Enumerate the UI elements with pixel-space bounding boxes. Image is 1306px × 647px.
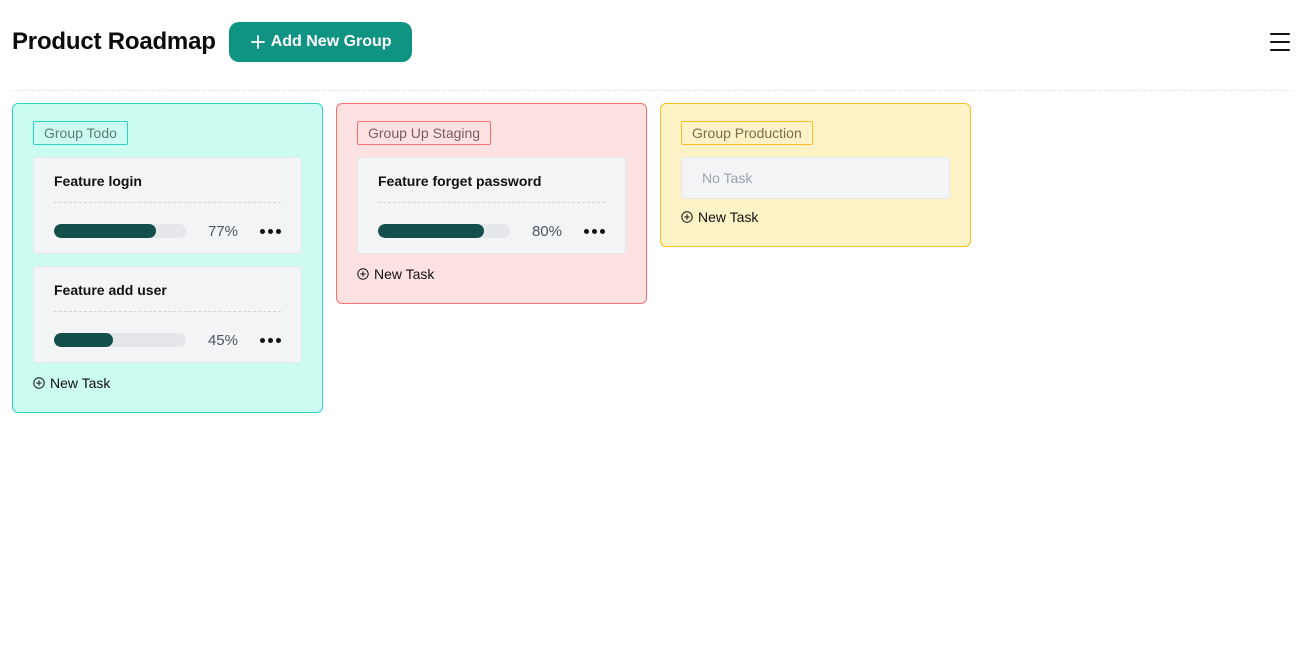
new-task-label: New Task xyxy=(698,209,759,225)
hamburger-menu-icon[interactable] xyxy=(1270,32,1290,52)
group-up-staging: Group Up Staging Feature forget password… xyxy=(336,103,647,304)
plus-circle-icon xyxy=(33,377,45,389)
add-new-group-label: Add New Group xyxy=(270,33,392,50)
task-footer: 80% xyxy=(378,221,605,241)
header-divider xyxy=(12,90,1292,91)
plus-circle-icon xyxy=(357,268,369,280)
group-tag[interactable]: Group Up Staging xyxy=(357,121,492,145)
new-task-button[interactable]: New Task xyxy=(681,209,758,225)
group-todo: Group Todo Feature login 77% Feature add… xyxy=(12,103,323,413)
progress-fill xyxy=(54,224,156,238)
new-task-button[interactable]: New Task xyxy=(33,375,110,391)
more-options-icon[interactable] xyxy=(260,225,281,238)
progress-percent: 80% xyxy=(531,222,562,240)
progress-bar xyxy=(378,224,510,238)
task-card[interactable]: Feature login 77% xyxy=(33,157,302,254)
task-card[interactable]: Feature forget password 80% xyxy=(357,157,626,254)
add-new-group-button[interactable]: Add New Group xyxy=(228,22,412,62)
task-title: Feature login xyxy=(54,173,281,203)
new-task-button[interactable]: New Task xyxy=(357,266,434,282)
new-task-label: New Task xyxy=(50,375,111,391)
page-title: Product Roadmap xyxy=(12,28,216,55)
task-footer: 77% xyxy=(54,221,281,241)
group-production: Group Production No Task New Task xyxy=(660,103,971,247)
task-title: Feature add user xyxy=(54,282,281,312)
board: Group Todo Feature login 77% Feature add… xyxy=(12,103,971,413)
plus-circle-icon xyxy=(681,211,693,223)
more-options-icon[interactable] xyxy=(584,225,605,238)
progress-fill xyxy=(378,224,484,238)
group-tag[interactable]: Group Production xyxy=(681,121,813,145)
empty-task-placeholder: No Task xyxy=(681,157,950,199)
task-footer: 45% xyxy=(54,330,281,350)
progress-percent: 45% xyxy=(207,331,238,349)
progress-bar xyxy=(54,333,186,347)
task-card[interactable]: Feature add user 45% xyxy=(33,266,302,363)
group-tag[interactable]: Group Todo xyxy=(33,121,128,145)
plus-icon xyxy=(250,35,265,49)
new-task-label: New Task xyxy=(374,266,435,282)
more-options-icon[interactable] xyxy=(260,334,281,347)
progress-bar xyxy=(54,224,186,238)
task-title: Feature forget password xyxy=(378,173,605,203)
progress-percent: 77% xyxy=(207,222,238,240)
progress-fill xyxy=(54,333,114,347)
header: Product Roadmap Add New Group xyxy=(12,22,1292,62)
